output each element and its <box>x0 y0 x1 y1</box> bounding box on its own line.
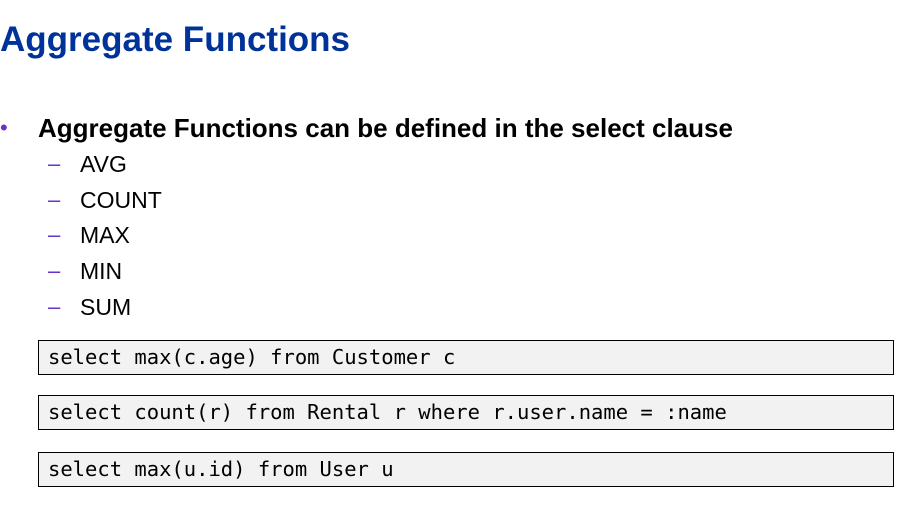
dash-marker: – <box>48 151 61 176</box>
slide-title: Aggregate Functions <box>0 20 351 59</box>
dash-marker: – <box>48 293 61 319</box>
code-example-count-rental: select count(r) from Rental r where r.us… <box>38 395 894 430</box>
list-item-sum: – SUM <box>0 290 914 326</box>
list-item-label: MAX <box>80 222 130 249</box>
bullet-marker: • <box>0 115 8 140</box>
list-item-label: MIN <box>80 258 123 285</box>
aggregate-function-list: – AVG – COUNT – MAX – MIN – SUM <box>0 147 914 325</box>
bullet-text: Aggregate Functions can be defined in th… <box>38 113 733 143</box>
code-example-max-id: select max(u.id) from User u <box>38 452 894 487</box>
list-item-label: AVG <box>80 151 127 177</box>
dash-marker: – <box>48 258 61 284</box>
list-item-label: COUNT <box>80 186 162 213</box>
list-item-count: – COUNT <box>0 183 914 219</box>
list-item-avg: – AVG <box>0 147 914 183</box>
dash-marker: – <box>48 222 61 248</box>
dash-marker: – <box>48 186 61 212</box>
list-item-min: – MIN <box>0 254 914 290</box>
code-example-max-age: select max(c.age) from Customer c <box>38 340 894 375</box>
list-item-label: SUM <box>80 293 132 320</box>
main-bullet: • Aggregate Functions can be defined in … <box>0 112 914 144</box>
list-item-max: – MAX <box>0 218 914 254</box>
